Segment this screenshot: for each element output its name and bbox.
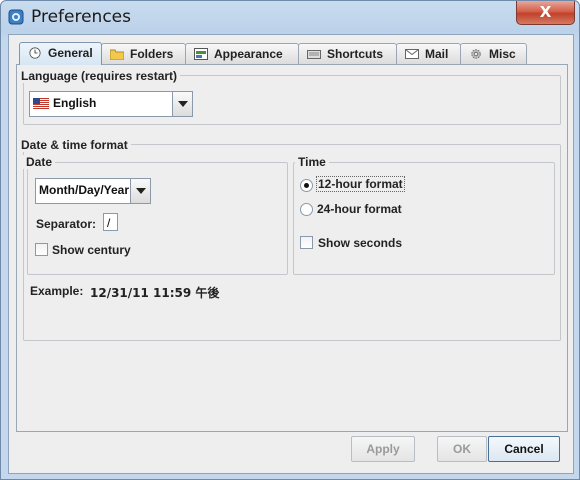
tab-label: Appearance [214,47,283,61]
12-hour-label: 12-hour format [316,176,405,192]
general-tab-panel: Language (requires restart) English Date… [16,64,568,432]
tab-appearance[interactable]: Appearance [185,43,299,64]
tab-folders[interactable]: Folders [101,43,186,64]
separator-label: Separator: [36,217,97,231]
keyboard-icon [307,50,321,59]
appearance-icon [194,48,208,60]
app-icon [8,9,24,25]
show-seconds-label: Show seconds [318,236,403,250]
cancel-button[interactable]: Cancel [488,436,560,462]
language-selected-value: English [53,96,97,110]
tab-label: Misc [489,47,516,61]
ok-button[interactable]: OK [437,436,487,462]
tab-mail[interactable]: Mail [396,43,461,64]
language-group-label: Language (requires restart) [18,69,181,83]
24-hour-radio[interactable] [300,203,313,216]
gear-icon [471,49,481,59]
date-format-select[interactable]: Month/Day/Year [35,178,151,204]
tab-misc[interactable]: Misc [460,43,527,64]
show-century-checkbox[interactable] [35,243,48,256]
chevron-down-icon[interactable] [172,92,192,116]
close-icon: X [539,3,552,21]
title-bar[interactable]: Preferences X [1,1,579,33]
12-hour-radio[interactable] [300,179,313,192]
example-label: Example: [30,284,84,298]
dialog-content: General Folders Appearance Shortcuts Mai… [8,34,574,474]
tab-label: Shortcuts [327,47,384,61]
us-flag-icon [33,98,49,109]
date-format-selected-value: Month/Day/Year [39,183,130,197]
envelope-icon [405,49,419,59]
time-group-label: Time [295,155,329,169]
example-value: 12/31/11 11:59 午後 [90,286,220,300]
tab-general[interactable]: General [19,42,102,65]
chevron-down-icon[interactable] [130,179,150,203]
window-title: Preferences [31,7,131,27]
language-select[interactable]: English [29,91,193,117]
separator-input[interactable]: / [103,213,118,231]
24-hour-label: 24-hour format [317,202,402,216]
close-button[interactable]: X [516,1,575,25]
clock-icon [29,47,41,59]
12-hour-label-wrap: 12-hour format [316,176,405,192]
tab-label: General [48,46,93,60]
tab-shortcuts[interactable]: Shortcuts [298,43,397,64]
folder-icon [110,49,124,60]
apply-button[interactable]: Apply [351,436,415,462]
tab-label: Mail [425,47,449,61]
datetime-group-label: Date & time format [18,138,131,152]
show-century-label: Show century [52,243,131,257]
tab-label: Folders [130,47,174,61]
date-group-label: Date [23,155,56,169]
preferences-window: Preferences X General Folders Appearance [0,0,580,480]
show-seconds-checkbox[interactable] [300,236,313,249]
